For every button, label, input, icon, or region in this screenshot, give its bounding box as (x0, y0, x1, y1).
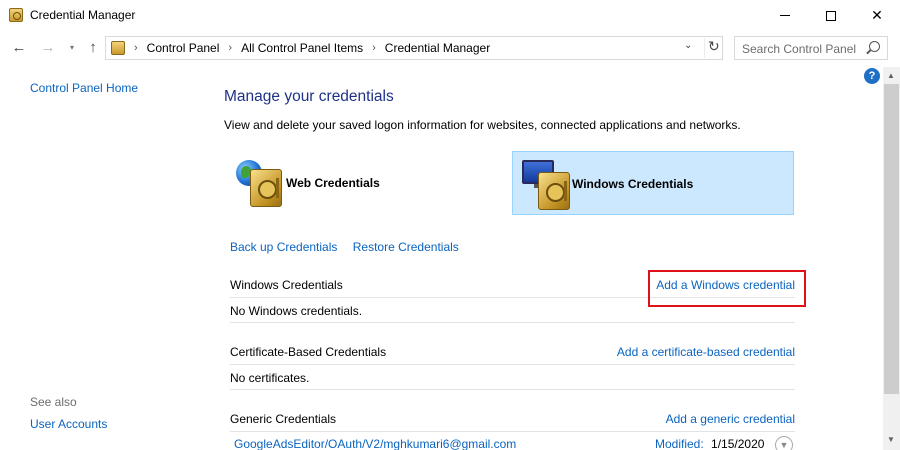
certificate-credentials-section: Certificate-Based Credentials Add a cert… (230, 341, 795, 390)
control-panel-icon (111, 41, 125, 55)
breadcrumb-all-items[interactable]: All Control Panel Items (241, 41, 363, 55)
search-icon[interactable] (869, 41, 880, 52)
scroll-up-icon[interactable]: ▲ (887, 71, 895, 80)
title-bar: Credential Manager ✕ (0, 0, 900, 31)
list-item[interactable]: GoogleAdsEditor/OAuth/V2/mghkumari6@gmai… (230, 434, 795, 450)
credential-manager-icon (9, 8, 23, 22)
restore-credentials-link[interactable]: Restore Credentials (353, 240, 459, 254)
navigation-bar: ← → ▾ ↑ › Control Panel › All Control Pa… (0, 31, 900, 63)
address-bar[interactable]: › Control Panel › All Control Panel Item… (105, 36, 723, 60)
breadcrumb-separator-icon[interactable]: › (228, 42, 232, 54)
section-header: Generic Credentials Add a generic creden… (230, 408, 795, 432)
maximize-icon (826, 10, 836, 21)
section-header: Certificate-Based Credentials Add a cert… (230, 341, 795, 365)
windows-credentials-tile[interactable]: Windows Credentials (512, 151, 794, 215)
web-credentials-tile[interactable]: Web Credentials (230, 151, 510, 215)
breadcrumb-separator-icon[interactable]: › (134, 42, 138, 54)
back-arrow-icon[interactable]: ← (9, 38, 29, 56)
modified-label: Modified: (655, 437, 704, 450)
empty-state-text: No Windows credentials. (230, 304, 363, 318)
close-button[interactable]: ✕ (854, 0, 900, 31)
address-dropdown-icon[interactable]: ⌄ (684, 40, 692, 51)
page-title: Manage your credentials (224, 88, 394, 105)
section-title: Generic Credentials (230, 412, 337, 426)
scroll-thumb[interactable] (884, 84, 899, 394)
highlight-annotation (648, 270, 806, 307)
breadcrumb-control-panel[interactable]: Control Panel (147, 41, 220, 55)
vault-icon (250, 169, 282, 207)
section-title: Windows Credentials (230, 278, 343, 292)
minimize-button[interactable] (762, 0, 808, 31)
help-icon[interactable]: ? (864, 68, 880, 84)
empty-state-text: No certificates. (230, 371, 310, 385)
see-also-heading: See also (30, 395, 77, 409)
forward-arrow-icon[interactable]: → (38, 38, 58, 56)
control-panel-home-link[interactable]: Control Panel Home (30, 81, 138, 95)
user-accounts-link[interactable]: User Accounts (30, 417, 107, 431)
windows-credentials-label: Windows Credentials (572, 177, 694, 191)
breadcrumb: › Control Panel › All Control Panel Item… (132, 41, 490, 55)
credential-name[interactable]: GoogleAdsEditor/OAuth/V2/mghkumari6@gmai… (234, 437, 516, 450)
expand-chevron-icon[interactable]: ▼ (775, 436, 793, 450)
breadcrumb-separator-icon[interactable]: › (372, 42, 376, 54)
minimize-icon (780, 15, 790, 16)
section-body: No certificates. (230, 365, 795, 390)
add-certificate-credential-link[interactable]: Add a certificate-based credential (617, 345, 795, 359)
credential-modified: Modified: 1/15/2020 (655, 437, 764, 450)
window-title: Credential Manager (30, 8, 136, 22)
vertical-scrollbar[interactable]: ▲ ▼ (883, 67, 900, 450)
maximize-button[interactable] (808, 0, 854, 31)
scroll-down-icon[interactable]: ▼ (887, 435, 895, 444)
page-description: View and delete your saved logon informa… (224, 118, 741, 132)
back-up-credentials-link[interactable]: Back up Credentials (230, 240, 337, 254)
section-title: Certificate-Based Credentials (230, 345, 387, 359)
recent-locations-chevron-icon[interactable]: ▾ (62, 38, 82, 56)
backup-restore-actions: Back up Credentials Restore Credentials (230, 240, 471, 254)
add-generic-credential-link[interactable]: Add a generic credential (666, 412, 795, 426)
web-credentials-label: Web Credentials (286, 176, 380, 190)
search-input[interactable]: Search Control Panel (734, 36, 888, 60)
modified-date: 1/15/2020 (711, 437, 765, 450)
breadcrumb-credential-manager[interactable]: Credential Manager (385, 41, 490, 55)
generic-credentials-section: Generic Credentials Add a generic creden… (230, 408, 795, 432)
up-arrow-icon[interactable]: ↑ (83, 38, 103, 56)
refresh-icon[interactable]: ↻ (704, 38, 720, 58)
search-placeholder: Search Control Panel (742, 42, 857, 56)
vault-icon (538, 172, 570, 210)
